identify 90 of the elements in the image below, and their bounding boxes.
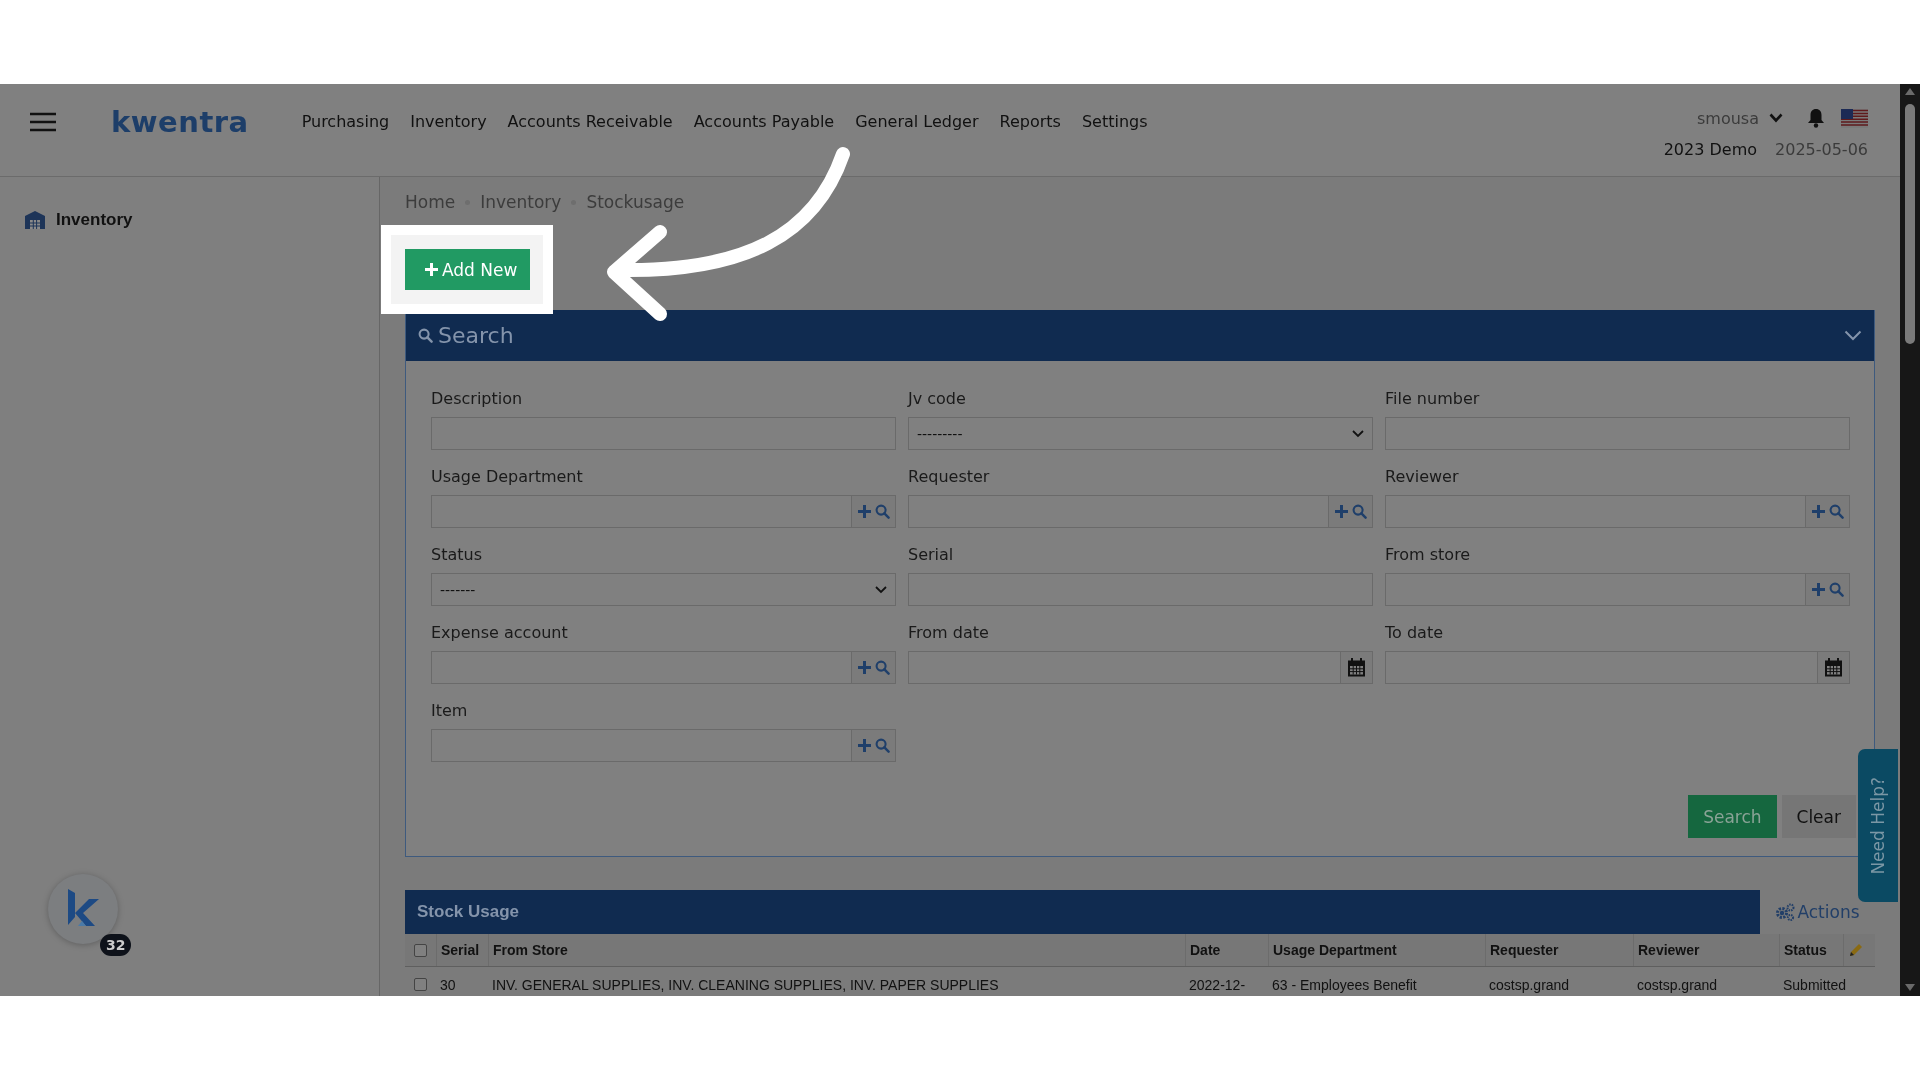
column-header[interactable]: Reviewer (1633, 934, 1779, 966)
plus-icon (1811, 505, 1825, 518)
table-title: Stock Usage (405, 890, 1760, 934)
search-icon (874, 504, 890, 519)
column-header[interactable]: Serial (436, 934, 488, 966)
table-cell-text: 30 (439, 975, 457, 995)
calendar-button[interactable] (1818, 651, 1850, 684)
bell-icon[interactable] (1807, 108, 1825, 128)
field-label: Jv code (908, 389, 967, 410)
warehouse-icon (25, 211, 45, 229)
search-button[interactable]: Search (1688, 795, 1777, 838)
search-icon (1351, 504, 1367, 519)
plus-icon (425, 263, 438, 276)
column-header[interactable]: Status (1779, 934, 1843, 966)
column-header[interactable]: Usage Department (1268, 934, 1485, 966)
lookup-button[interactable] (852, 651, 896, 684)
clear-button[interactable]: Clear (1781, 795, 1856, 838)
chevron-down-icon[interactable] (1769, 113, 1783, 123)
column-header[interactable]: From Store (488, 934, 1185, 966)
field-label: Item (431, 701, 469, 722)
select-field[interactable]: --------- (908, 417, 1373, 450)
scroll-up-icon[interactable] (1905, 88, 1915, 96)
user-menu[interactable]: smousa (1697, 108, 1759, 128)
table-cell-text: 2022-12- (1188, 975, 1247, 995)
nav-link[interactable]: General Ledger (855, 112, 979, 131)
lookup-button[interactable] (852, 495, 896, 528)
nav-link[interactable]: Accounts Receivable (507, 112, 673, 131)
search-icon (874, 660, 890, 675)
breadcrumb-link[interactable]: Inventory (480, 192, 562, 212)
column-header[interactable]: Requester (1485, 934, 1633, 966)
nav-link[interactable]: Inventory (410, 112, 487, 131)
nav-link[interactable]: Purchasing (301, 112, 390, 131)
field-label: Requester (908, 467, 991, 488)
sidebar-item[interactable]: Inventory (56, 210, 133, 230)
lookup-button[interactable] (1806, 573, 1850, 606)
plus-icon (857, 661, 871, 674)
select-field[interactable]: ------- (431, 573, 896, 606)
flag-icon[interactable] (1841, 108, 1868, 128)
pencil-icon[interactable] (1848, 942, 1864, 958)
nav-link[interactable]: Reports (999, 112, 1061, 131)
lookup-button[interactable] (1806, 495, 1850, 528)
search-icon (418, 328, 433, 343)
field-label: Status (431, 545, 483, 566)
chevron-down-icon (875, 585, 887, 594)
search-icon (874, 738, 890, 753)
table-cell-text: 63 - Employees Benefit (1271, 975, 1418, 995)
checkbox[interactable] (414, 978, 427, 991)
checkbox[interactable] (414, 943, 427, 957)
calendar-icon (1347, 658, 1366, 677)
chevron-down-icon (1352, 429, 1364, 438)
logo-icon (66, 889, 100, 929)
search-icon (1828, 582, 1844, 597)
field-label: Usage Department (431, 467, 584, 488)
column-header[interactable]: Date (1185, 934, 1268, 966)
lookup-button[interactable] (1329, 495, 1373, 528)
help-tab[interactable]: Need Help? (1858, 749, 1898, 902)
company-name: 2023 Demo (1663, 140, 1757, 159)
current-date: 2025-05-06 (1775, 140, 1868, 159)
field-label: Reviewer (1385, 467, 1460, 488)
breadcrumb-link[interactable]: Home (405, 192, 456, 212)
plus-icon (857, 505, 871, 518)
calendar-icon (1824, 658, 1843, 677)
scrollbar-thumb[interactable] (1905, 104, 1915, 344)
menu-icon[interactable] (30, 111, 56, 132)
table-cell-text: costsp.grand (1636, 975, 1719, 995)
panel-title: Search (438, 323, 514, 348)
plus-icon (1811, 583, 1825, 596)
plus-icon (857, 739, 871, 752)
gears-icon (1775, 903, 1796, 921)
field-label: File number (1385, 389, 1481, 410)
field-label: Expense account (431, 623, 569, 644)
chevron-down-icon[interactable] (1844, 330, 1862, 341)
breadcrumb-link[interactable]: Stockusage (586, 192, 685, 212)
field-label: Serial (908, 545, 955, 566)
nav-link[interactable]: Accounts Payable (693, 112, 835, 131)
table-cell-text: INV. GENERAL SUPPLIES, INV. CLEANING SUPPLIES, INV. PAPER SUPPLIES (491, 975, 1000, 995)
nav-link[interactable]: Settings (1081, 112, 1148, 131)
field-label: Description (431, 389, 524, 410)
scroll-down-icon[interactable] (1905, 984, 1915, 992)
table-cell-text: costsp.grand (1488, 975, 1571, 995)
table-cell-text: Submitted (1782, 975, 1843, 995)
plus-icon (1334, 505, 1348, 518)
calendar-button[interactable] (1341, 651, 1373, 684)
search-icon (1828, 504, 1844, 519)
field-label: From date (908, 623, 990, 644)
lookup-button[interactable] (852, 729, 896, 762)
field-label: From store (1385, 545, 1472, 566)
logo: kwentra (111, 104, 249, 139)
field-label: To date (1385, 623, 1444, 644)
add-new-button[interactable]: Add New (405, 249, 531, 290)
